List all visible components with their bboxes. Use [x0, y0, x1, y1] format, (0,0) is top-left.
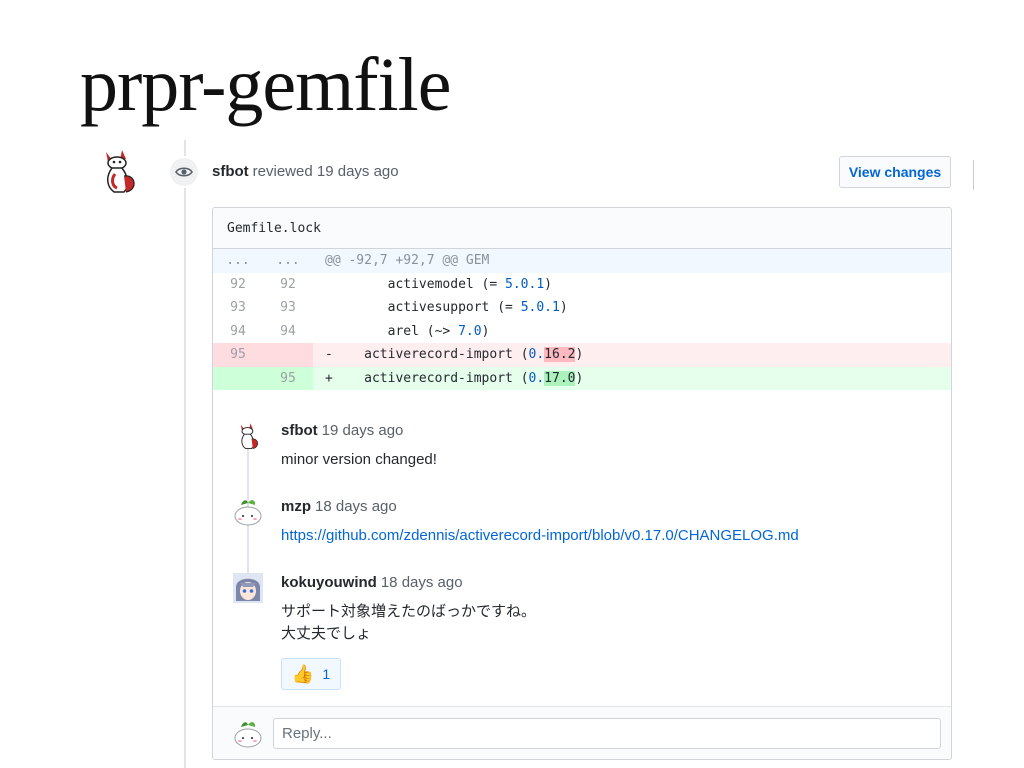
divider: [973, 160, 974, 190]
diff-row: 93 93 activesupport (= 5.0.1): [213, 296, 951, 320]
reply-bar: [213, 706, 951, 759]
comment-time[interactable]: 18 days ago: [381, 574, 463, 591]
expand-new[interactable]: ...: [263, 249, 313, 273]
new-line-number[interactable]: [263, 343, 313, 367]
new-line-number[interactable]: 92: [263, 273, 313, 297]
file-name[interactable]: Gemfile.lock: [213, 208, 951, 249]
diff-box: Gemfile.lock ... ... @@ -92,7 +92,7 @@ G…: [212, 207, 952, 760]
diff-row: 92 92 activemodel (= 5.0.1): [213, 273, 951, 297]
comment-user-link[interactable]: sfbot: [281, 422, 318, 439]
new-line-number[interactable]: 95: [263, 366, 313, 390]
hunk-header-row: ... ... @@ -92,7 +92,7 @@ GEM: [213, 249, 951, 273]
hunk-text: @@ -92,7 +92,7 @@ GEM: [313, 249, 951, 273]
changelog-link[interactable]: https://github.com/zdennis/activerecord-…: [281, 527, 799, 544]
fox-avatar[interactable]: [96, 146, 140, 196]
view-changes-button[interactable]: View changes: [839, 156, 951, 188]
comment-body: https://github.com/zdennis/activerecord-…: [281, 525, 799, 547]
code-line: + activerecord-import (0.17.0): [313, 366, 951, 390]
old-line-number[interactable]: 93: [213, 296, 263, 320]
comment-user-link[interactable]: mzp: [281, 498, 311, 515]
comment-user-link[interactable]: kokuyouwind: [281, 574, 377, 591]
mochi-avatar[interactable]: [233, 497, 263, 527]
deleted-row: 95 - activerecord-import (0.16.2): [213, 343, 951, 367]
old-line-number[interactable]: [213, 366, 263, 390]
thumbs-up-reaction[interactable]: 👍 1: [281, 658, 341, 690]
added-row: 95 + activerecord-import (0.17.0): [213, 366, 951, 390]
old-line-number[interactable]: 94: [213, 320, 263, 344]
comment-header: kokuyouwind 18 days ago: [281, 573, 463, 593]
thumbs-up-icon: 👍: [291, 663, 315, 684]
mochi-avatar[interactable]: [233, 719, 263, 749]
comment-line: サポート対象増えたのばっかですね。: [281, 603, 537, 620]
comment-line: 大丈夫でしょ: [281, 625, 372, 642]
old-line-number[interactable]: 92: [213, 273, 263, 297]
comment-header: mzp 18 days ago: [281, 497, 397, 517]
code-line: arel (~> 7.0): [387, 323, 490, 339]
review-user-link[interactable]: sfbot: [212, 163, 249, 180]
old-line-number[interactable]: 95: [213, 343, 263, 367]
diff-row: 94 94 arel (~> 7.0): [213, 320, 951, 344]
fox-avatar[interactable]: [233, 421, 263, 451]
new-line-number[interactable]: 93: [263, 296, 313, 320]
comment-header: sfbot 19 days ago: [281, 421, 403, 441]
code-line: - activerecord-import (0.16.2): [313, 343, 951, 367]
comment-time[interactable]: 19 days ago: [322, 422, 404, 439]
timeline-line: [184, 140, 186, 768]
comment-time[interactable]: 18 days ago: [315, 498, 397, 515]
review-header: sfbot reviewed 19 days ago: [212, 162, 399, 182]
review-action: reviewed 19 days ago: [252, 163, 399, 180]
expand-old[interactable]: ...: [213, 249, 263, 273]
comment-body: サポート対象増えたのばっかですね。 大丈夫でしょ: [281, 601, 536, 645]
eye-icon: [168, 156, 200, 188]
new-line-number[interactable]: 94: [263, 320, 313, 344]
slide-title: prpr-gemfile: [80, 43, 452, 127]
diff-table: ... ... @@ -92,7 +92,7 @@ GEM 92 92 acti…: [213, 249, 951, 390]
code-line: activemodel (= 5.0.1): [387, 276, 552, 292]
reply-input[interactable]: [273, 718, 941, 749]
reaction-count: 1: [322, 666, 331, 682]
comment-body: minor version changed!: [281, 451, 437, 468]
code-line: activesupport (= 5.0.1): [387, 300, 568, 315]
anime-avatar[interactable]: [233, 573, 263, 603]
